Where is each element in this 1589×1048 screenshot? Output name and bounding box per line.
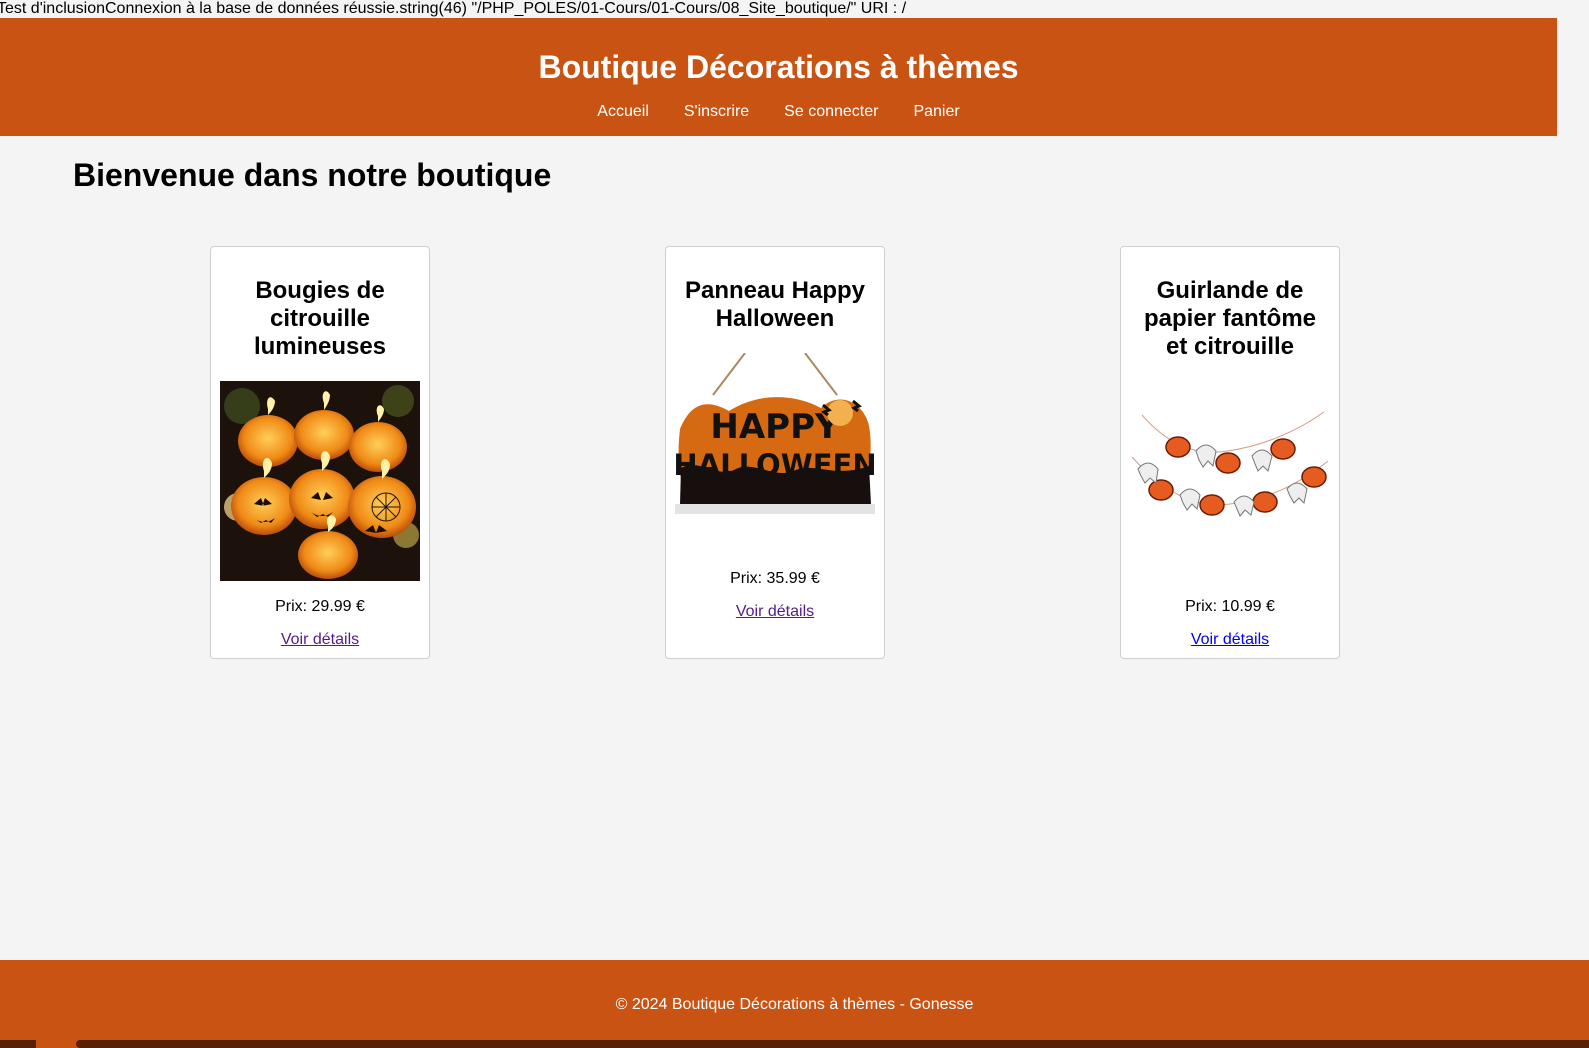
product-card-pumpkin-candles: Bougies de citrouille lumineuses Prix: 2…: [210, 246, 430, 659]
site-title: Boutique Décorations à thèmes: [538, 49, 1019, 85]
sign-happy-text: HAPPY: [710, 407, 840, 447]
pumpkin-candles-image: [220, 381, 420, 581]
sign-halloween-text: HALLOWEEN: [675, 448, 875, 482]
product-price: Prix: 10.99 €: [1185, 598, 1275, 615]
scrollbar-thumb[interactable]: [0, 1040, 36, 1048]
debug-output: Test d'inclusionConnexion à la base de d…: [0, 0, 907, 17]
view-details-link[interactable]: Voir détails: [1191, 630, 1269, 650]
product-card-ghost-pumpkin-garland: Guirlande de papier fantôme et citrouill…: [1120, 246, 1340, 659]
view-details-link[interactable]: Voir détails: [281, 630, 359, 650]
product-title: Guirlande de papier fantôme et citrouill…: [1143, 277, 1317, 360]
product-price: Prix: 35.99 €: [730, 570, 820, 587]
nav-register-link[interactable]: S'inscrire: [684, 102, 749, 122]
happy-halloween-sign-image: HAPPY HALLOWEEN: [675, 353, 875, 553]
welcome-heading: Bienvenue dans notre boutique: [73, 157, 552, 193]
product-card-happy-halloween-sign: Panneau Happy Halloween HAPPY HALLOWEEN …: [665, 246, 885, 659]
nav-cart-link[interactable]: Panier: [913, 102, 959, 122]
view-details-link[interactable]: Voir détails: [736, 602, 814, 622]
scrollbar-track[interactable]: [76, 1040, 1589, 1048]
product-title: Bougies de citrouille lumineuses: [253, 277, 387, 360]
footer-copyright: © 2024 Boutique Décorations à thèmes - G…: [615, 996, 974, 1013]
ghost-pumpkin-garland-image: [1130, 381, 1330, 581]
site-footer: © 2024 Boutique Décorations à thèmes - G…: [0, 960, 1589, 1048]
main-navigation: Accueil S'inscrire Se connecter Panier: [0, 102, 1557, 122]
nav-home-link[interactable]: Accueil: [597, 102, 649, 122]
site-header: Boutique Décorations à thèmes Accueil S'…: [0, 18, 1557, 136]
product-price: Prix: 29.99 €: [275, 598, 365, 615]
product-title: Panneau Happy Halloween: [684, 277, 866, 332]
nav-login-link[interactable]: Se connecter: [784, 102, 878, 122]
